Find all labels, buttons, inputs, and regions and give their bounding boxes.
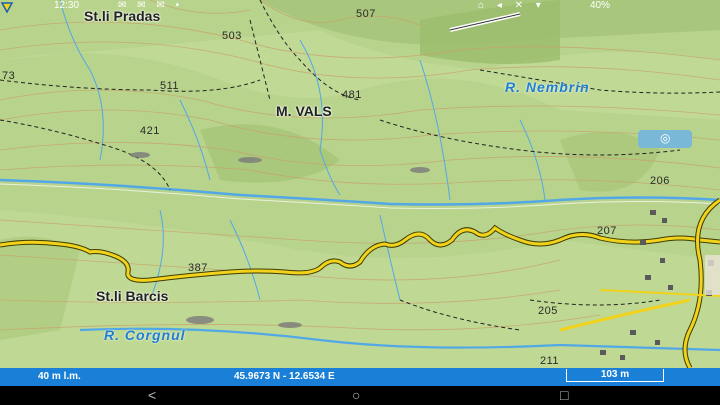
river-label-corgnul: R. Corgnul bbox=[104, 327, 186, 343]
battery-level: 40% bbox=[590, 0, 611, 11]
elevation-label: 211 bbox=[540, 355, 560, 367]
place-label-m-vals: M. VALS bbox=[276, 103, 332, 119]
system-nav-bar: < ○ □ bbox=[0, 386, 720, 405]
coordinates-readout: 45.9673 N - 12.6534 E bbox=[234, 371, 335, 382]
info-bar: 40 m l.m. 45.9673 N - 12.6534 E 103 m bbox=[0, 368, 720, 386]
elevation-label: 421 bbox=[140, 125, 160, 137]
elevation-label: 503 bbox=[222, 30, 242, 42]
recents-button[interactable]: □ bbox=[560, 387, 568, 403]
app-screen: St.li Pradas 503 507 73 511 481 M. VALS … bbox=[0, 0, 720, 405]
map-canvas[interactable] bbox=[0, 0, 720, 368]
river-label-nembrin: R. Nembrin bbox=[505, 79, 590, 95]
altitude-accuracy: 40 m l.m. bbox=[38, 371, 81, 382]
elevation-label: 511 bbox=[160, 80, 180, 92]
elevation-label: 73 bbox=[2, 70, 16, 82]
poi-icon[interactable]: ◎ bbox=[638, 130, 692, 148]
scale-bar: 103 m bbox=[566, 369, 664, 382]
elevation-label: 387 bbox=[188, 262, 208, 274]
elevation-label: 206 bbox=[650, 175, 670, 187]
system-icons: ⌂ ◂ ✕ ▾ bbox=[478, 0, 546, 11]
place-label-st-li-barcis: St.li Barcis bbox=[96, 288, 169, 304]
home-button[interactable]: ○ bbox=[352, 387, 360, 403]
back-button[interactable]: < bbox=[148, 387, 156, 403]
status-bar: 12:30 ✉ ✉ ✉ • ⌂ ◂ ✕ ▾ 40% bbox=[0, 0, 720, 13]
notification-icons: ✉ ✉ ✉ • bbox=[118, 0, 183, 11]
elevation-label: 205 bbox=[538, 305, 558, 317]
elevation-label: 481 bbox=[342, 89, 362, 101]
status-time: 12:30 bbox=[54, 0, 80, 11]
elevation-label: 207 bbox=[597, 225, 617, 237]
topo-map[interactable]: St.li Pradas 503 507 73 511 481 M. VALS … bbox=[0, 0, 720, 368]
